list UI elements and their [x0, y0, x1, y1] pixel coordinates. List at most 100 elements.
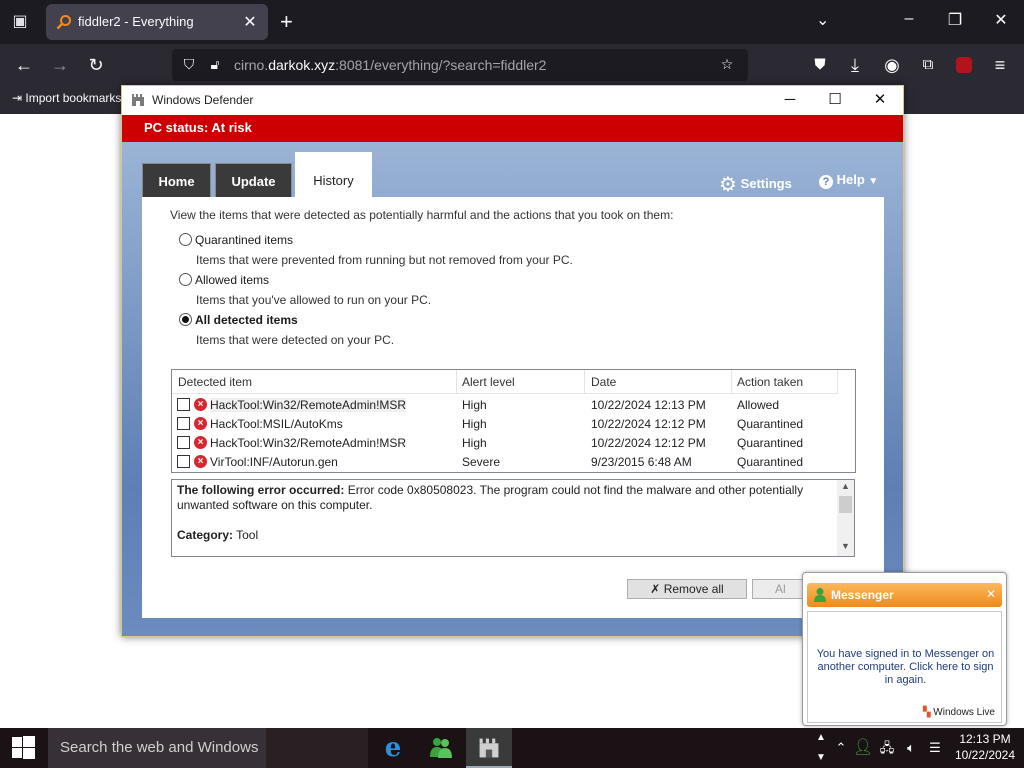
messenger-message[interactable]: You have signed in to Messenger on anoth… — [814, 648, 997, 687]
menu-hamburger-icon[interactable]: ≡ — [988, 53, 1012, 77]
column-header[interactable]: Action taken — [737, 375, 803, 389]
castle-icon — [132, 94, 144, 106]
tab-home[interactable]: Home — [142, 163, 211, 199]
start-button[interactable] — [0, 728, 48, 768]
tab-close-icon[interactable]: ✕ — [240, 12, 260, 32]
radio-button[interactable] — [179, 273, 192, 286]
radio-allowed-items[interactable]: Allowed items — [179, 273, 269, 287]
tab-history[interactable]: History — [295, 152, 372, 197]
messenger-titlebar: Messenger ✕ — [807, 583, 1002, 607]
notifications-icon[interactable]: ☰ — [924, 728, 946, 768]
row-checkbox[interactable] — [177, 455, 190, 468]
bookmark-star-icon[interactable]: ☆ — [718, 56, 736, 74]
column-header[interactable]: Alert level — [462, 375, 515, 389]
taskbar-search-box[interactable]: Search the web and Windows — [48, 728, 266, 768]
close-icon[interactable]: ✕ — [989, 10, 1013, 30]
pocket-icon[interactable]: ⛊ — [808, 53, 832, 77]
table-row[interactable]: × HackTool:MSIL/AutoKms High 10/22/2024 … — [172, 414, 855, 433]
table-row[interactable]: × HackTool:Win32/RemoteAdmin!MSR High 10… — [172, 433, 855, 452]
radio-all-detected-items[interactable]: All detected items — [179, 313, 298, 327]
column-header[interactable]: Detected item — [178, 375, 252, 389]
row-checkbox[interactable] — [177, 417, 190, 430]
column-divider[interactable] — [584, 370, 585, 394]
windows-logo-icon — [12, 736, 35, 759]
url-bar[interactable]: ⛉ 🔓︎ cirno.darkok.xyz:8081/everything/?s… — [172, 49, 748, 81]
maximize-icon[interactable]: ☐ — [823, 89, 847, 111]
browser-tab[interactable]: fiddler2 - Everything ✕ — [46, 4, 268, 40]
forward-arrow-icon[interactable]: → — [48, 53, 72, 77]
messenger-icon — [430, 738, 452, 758]
details-scrollbar[interactable]: ▲ ▼ — [837, 480, 854, 556]
table-row[interactable]: × HackTool:Win32/RemoteAdmin!MSR High 10… — [172, 395, 855, 414]
threat-x-icon: × — [194, 436, 207, 449]
row-checkbox[interactable] — [177, 398, 190, 411]
windows-live-logo: ▚ Windows Live — [922, 707, 995, 718]
scroll-up-icon[interactable]: ▲ — [837, 481, 854, 495]
browser-nav-bar: ← → ↻ ⛉ 🔓︎ cirno.darkok.xyz:8081/everyth… — [0, 44, 1024, 86]
import-icon: ⇥ — [12, 91, 26, 105]
restore-icon[interactable]: ❐ — [943, 10, 967, 30]
messenger-tray-icon[interactable]: 👤︎ — [852, 728, 874, 768]
table-row[interactable]: × VirTool:INF/Autorun.gen Severe 9/23/20… — [172, 452, 855, 471]
tab-list-icon[interactable]: ▣ — [8, 10, 32, 34]
minimize-icon[interactable]: ─ — [778, 89, 802, 111]
search-box-extension[interactable] — [266, 728, 368, 768]
extensions-icon[interactable]: ⧉ — [916, 53, 940, 77]
scroll-thumb[interactable] — [839, 496, 852, 513]
window-title: Windows Defender — [152, 93, 254, 107]
remove-all-button[interactable]: ✗ Remove all — [627, 579, 747, 599]
table-header: Detected item Alert level Date Action ta… — [172, 370, 855, 394]
windows-defender-window: Windows Defender ─ ☐ ✕ PC status: At ris… — [121, 85, 904, 637]
column-divider[interactable] — [456, 370, 457, 394]
ublock-icon[interactable] — [952, 53, 976, 77]
internet-explorer-icon: e — [384, 733, 402, 763]
radio-quarantined-items[interactable]: Quarantined items — [179, 233, 293, 247]
network-icon[interactable]: 🖧︎ — [876, 728, 898, 768]
show-hidden-icons-chevron[interactable]: ⌃ — [832, 728, 850, 768]
import-bookmarks-link[interactable]: ⇥ Import bookmarks — [12, 91, 121, 105]
browser-tab-bar: ▣ fiddler2 - Everything ✕ + ⌄ – ❐ ✕ — [0, 0, 1024, 44]
help-link[interactable]: ? Help ▼ — [819, 172, 878, 189]
taskbar-internet-explorer[interactable]: e — [370, 728, 416, 768]
close-icon[interactable]: ✕ — [986, 587, 996, 601]
chevron-down-icon[interactable]: ⌄ — [816, 10, 829, 30]
reload-icon[interactable]: ↻ — [84, 53, 108, 77]
window-titlebar[interactable]: Windows Defender ─ ☐ ✕ — [122, 86, 903, 115]
table-scrollbar[interactable] — [838, 370, 855, 472]
settings-link[interactable]: ⚙ Settings — [719, 172, 792, 197]
radio-button-selected[interactable] — [179, 313, 192, 326]
gear-icon: ⚙ — [719, 174, 737, 196]
taskbar-messenger[interactable] — [418, 728, 464, 768]
messenger-buddy-icon — [814, 588, 826, 602]
defender-body: Home Update History ⚙ Settings ? Help ▼ … — [122, 142, 903, 636]
tab-update[interactable]: Update — [215, 163, 292, 199]
detected-items-table: Detected item Alert level Date Action ta… — [171, 369, 856, 473]
scroll-down-icon[interactable]: ▼ — [837, 541, 854, 555]
back-arrow-icon[interactable]: ← — [12, 53, 36, 77]
column-header[interactable]: Date — [591, 375, 616, 389]
tab-title: fiddler2 - Everything — [78, 14, 194, 29]
row-checkbox[interactable] — [177, 436, 190, 449]
close-icon[interactable]: ✕ — [868, 89, 892, 111]
taskbar-clock[interactable]: 12:13 PM 10/22/2024 — [950, 731, 1020, 763]
url-text[interactable]: cirno.darkok.xyz:8081/everything/?search… — [234, 57, 546, 73]
column-divider[interactable] — [731, 370, 732, 394]
radio-button[interactable] — [179, 233, 192, 246]
download-icon[interactable]: ⤓ — [843, 53, 867, 77]
messenger-popup[interactable]: Messenger ✕ You have signed in to Messen… — [802, 572, 1007, 726]
history-intro: View the items that were detected as pot… — [170, 208, 674, 222]
new-tab-icon[interactable]: + — [280, 10, 293, 34]
volume-icon[interactable]: 🔈︎ — [900, 728, 922, 768]
shield-icon[interactable]: ⛉ — [180, 56, 198, 74]
minimize-icon[interactable]: – — [897, 10, 921, 28]
option-description: Items that you've allowed to run on your… — [196, 293, 432, 307]
details-pane: The following error occurred: Error code… — [171, 479, 855, 557]
threat-x-icon: × — [194, 417, 207, 430]
account-icon[interactable]: ◉ — [880, 53, 904, 77]
tray-scroll-arrows[interactable]: ▲ ▼ — [812, 728, 830, 768]
option-description: Items that were detected on your PC. — [196, 333, 395, 347]
lock-icon[interactable]: 🔓︎ — [206, 56, 224, 74]
taskbar-windows-defender[interactable] — [466, 728, 512, 768]
messenger-content[interactable]: You have signed in to Messenger on anoth… — [807, 611, 1002, 723]
details-text: The following error occurred: Error code… — [177, 483, 804, 542]
